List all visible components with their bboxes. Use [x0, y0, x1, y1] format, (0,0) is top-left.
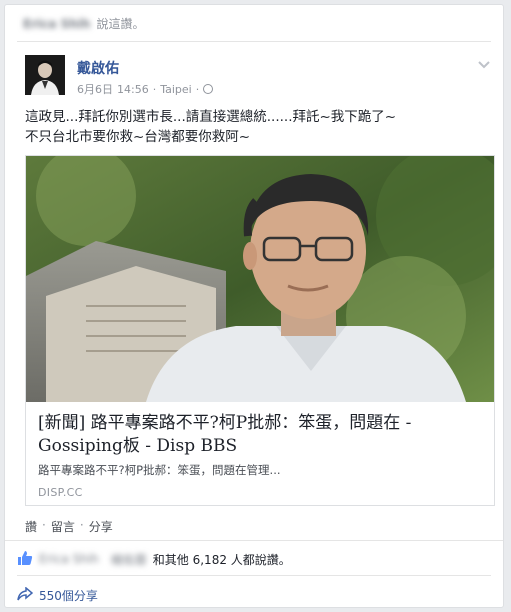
post-card: Erica Shih 說這讚。 戴啟佑 6月6日 14:56 · Taipei … — [4, 4, 504, 608]
shares-summary[interactable]: 550個分享 — [17, 583, 493, 607]
liker-name[interactable]: Erica Shih — [39, 552, 99, 566]
link-domain: DISP.CC — [38, 486, 83, 499]
post-date[interactable]: 6月6日 — [77, 81, 113, 97]
actions-divider — [5, 540, 503, 541]
like-action[interactable]: 讚 — [25, 518, 37, 535]
liked-by-name[interactable]: Erica Shih — [23, 17, 90, 31]
post-location[interactable]: Taipei — [160, 83, 192, 96]
link-title[interactable]: [新聞] 路平專案路不平?柯P批郝：笨蛋，問題在 - Gossiping板 - … — [38, 412, 484, 458]
post-text: 這政見...拜託你別選市長...請直接選總統......拜託~我下跪了~ 不只台… — [25, 107, 495, 147]
likes-summary: Erica Shih 楊佑蓉 和其他 6,182 人都說讚。 — [17, 547, 493, 571]
share-action[interactable]: 分享 — [89, 518, 113, 535]
post-meta: 6月6日 14:56 · Taipei · — [77, 81, 214, 97]
meta-separator: · — [152, 82, 157, 96]
thumbs-up-icon — [17, 550, 33, 569]
chevron-down-icon[interactable] — [477, 55, 491, 69]
meta-separator: · — [195, 82, 200, 96]
shares-count[interactable]: 550個分享 — [39, 587, 98, 604]
action-separator: · — [79, 518, 84, 532]
action-separator: · — [42, 518, 46, 532]
post-actions: 讚 · 留言 · 分享 — [25, 518, 113, 535]
author-name[interactable]: 戴啟佑 — [77, 58, 119, 78]
post-text-line: 不只台北市要你救~台灣都要你救阿~ — [25, 129, 251, 145]
link-preview[interactable]: [新聞] 路平專案路不平?柯P批郝：笨蛋，問題在 - Gossiping板 - … — [25, 155, 495, 506]
link-description: 路平專案路不平?柯P批郝：笨蛋，問題在管理... — [38, 463, 281, 477]
avatar[interactable] — [25, 55, 65, 95]
post-text-line: 這政見...拜託你別選市長...請直接選總統......拜託~我下跪了~ — [25, 109, 397, 125]
share-arrow-icon — [17, 585, 34, 604]
liked-by-suffix: 說這讚。 — [96, 17, 145, 31]
post-time[interactable]: 14:56 — [117, 83, 149, 96]
likes-count-text[interactable]: 和其他 6,182 人都說讚。 — [153, 551, 291, 568]
header-divider — [17, 41, 491, 42]
liker-name[interactable]: 楊佑蓉 — [111, 551, 147, 568]
globe-icon[interactable] — [203, 84, 214, 94]
comment-action[interactable]: 留言 — [51, 518, 75, 535]
liked-by-header: Erica Shih 說這讚。 — [23, 15, 144, 32]
likes-divider — [17, 575, 491, 576]
link-preview-image[interactable] — [26, 156, 494, 402]
